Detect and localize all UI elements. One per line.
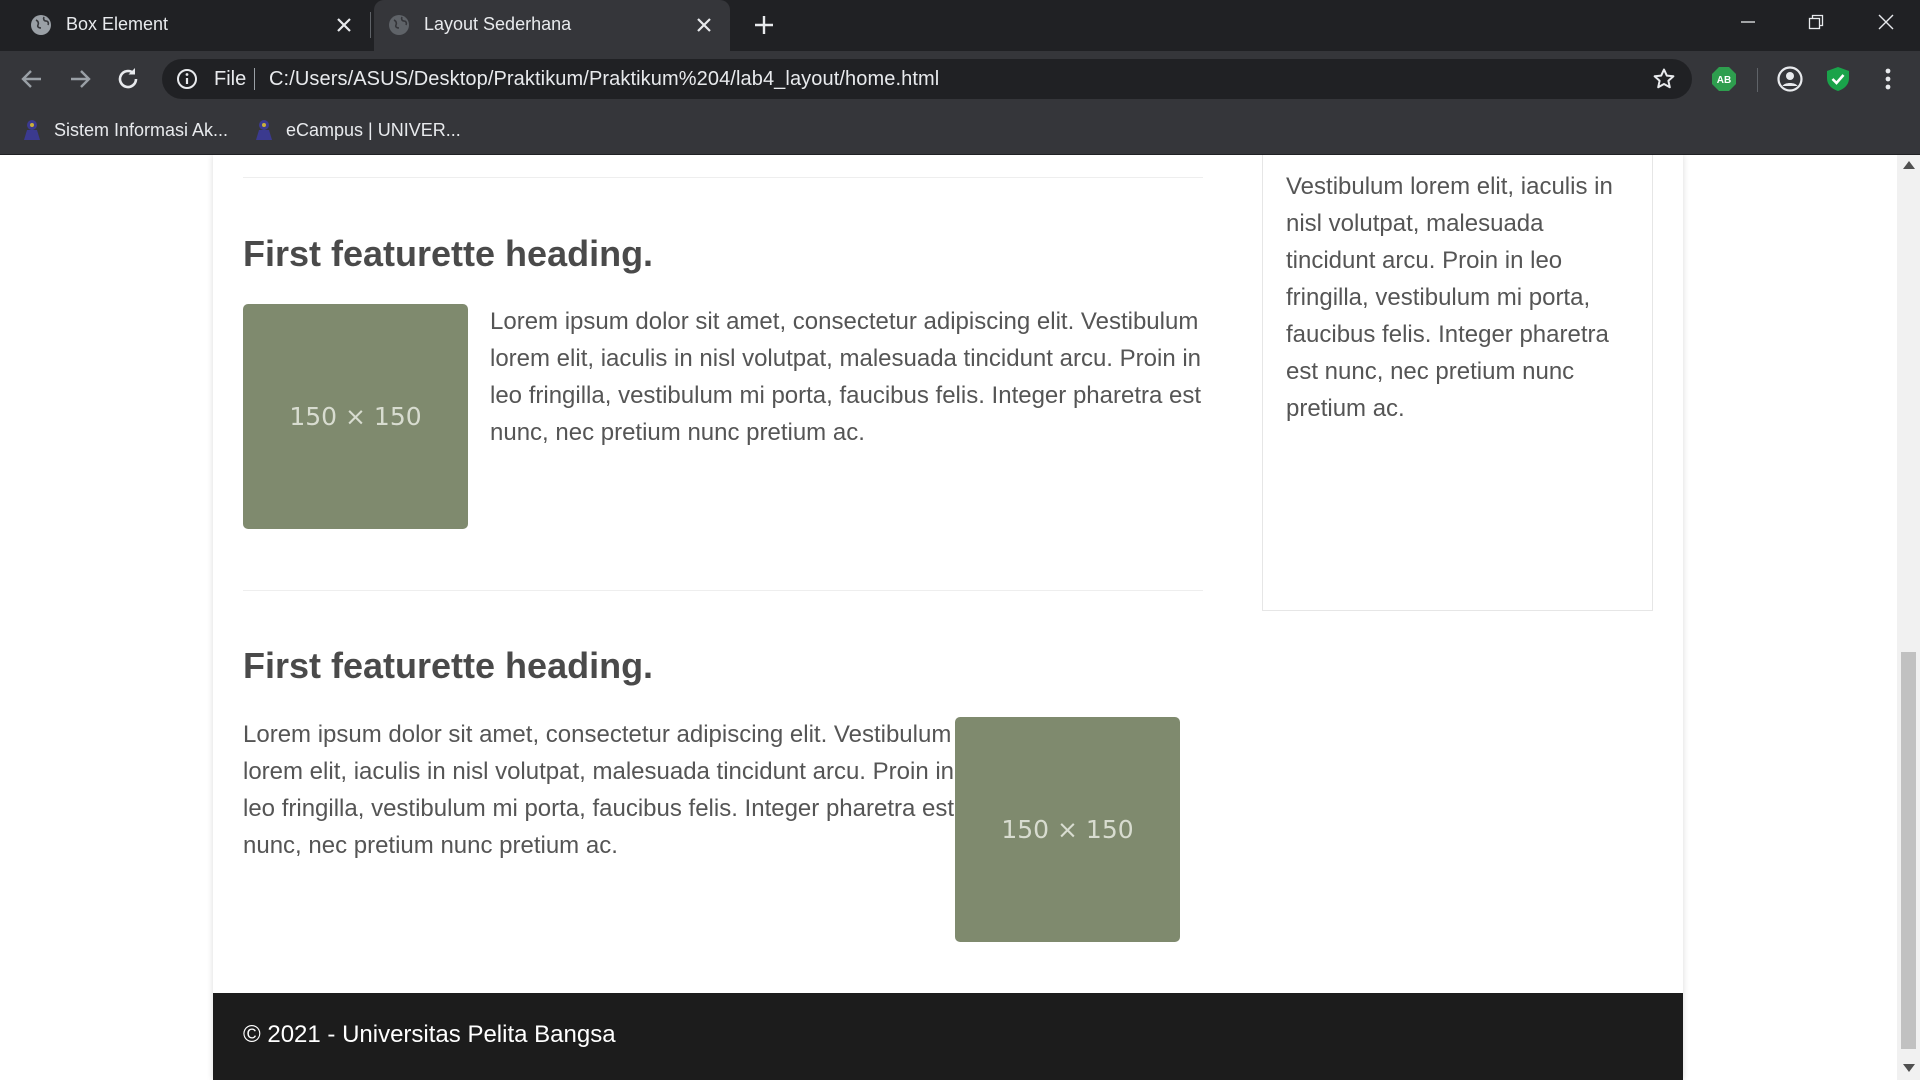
sidebar-panel: Vestibulum lorem elit, iaculis in nisl v… [1262, 155, 1653, 611]
featurette-text: Lorem ipsum dolor sit amet, consectetur … [243, 721, 955, 859]
close-icon [1878, 14, 1894, 30]
url-text[interactable]: C:/Users/ASUS/Desktop/Praktikum/Praktiku… [269, 68, 939, 91]
university-logo-icon [256, 120, 272, 140]
bookmark-label: eCampus | UNIVER... [286, 119, 461, 140]
adblock-icon[interactable]: AB [1711, 66, 1737, 92]
section-divider [243, 590, 1203, 591]
scheme-label: File [214, 68, 247, 90]
minimize-icon [1741, 21, 1755, 23]
globe-icon [31, 15, 51, 35]
tab-strip: Box Element Layout Sederhana [0, 0, 1920, 51]
bookmark-ecampus[interactable]: eCampus | UNIVER... [254, 119, 461, 141]
toolbar-divider [1757, 68, 1758, 92]
back-arrow-icon[interactable] [18, 65, 46, 93]
page-container: First featurette heading. 150 × 150 Lore… [213, 155, 1683, 1080]
tab-layout-sederhana[interactable]: Layout Sederhana [374, 0, 730, 51]
vertical-scrollbar[interactable] [1897, 155, 1920, 1080]
scroll-down-arrow-icon[interactable] [1903, 1064, 1915, 1072]
placeholder-label: 150 × 150 [1001, 815, 1134, 844]
browser-toolbar: File C:/Users/ASUS/Desktop/Praktikum/Pra… [0, 51, 1920, 107]
shield-check-icon[interactable] [1825, 66, 1851, 92]
bookmarks-bar: Sistem Informasi Ak... eCampus | UNIVER.… [0, 107, 1920, 155]
minimize-button[interactable] [1714, 0, 1782, 44]
tab-box-element[interactable]: Box Element [0, 0, 370, 51]
bookmark-sistem-informasi[interactable]: Sistem Informasi Ak... [22, 119, 228, 141]
tab-title: Layout Sederhana [424, 14, 572, 34]
footer-copyright: © 2021 - Universitas Pelita Bangsa [243, 1021, 616, 1048]
tab-divider [370, 12, 371, 38]
close-window-button[interactable] [1852, 0, 1920, 44]
featurette-heading: First featurette heading. [243, 233, 654, 274]
svg-text:AB: AB [1717, 75, 1731, 86]
placeholder-label: 150 × 150 [289, 402, 422, 431]
featurette-heading: First featurette heading. [243, 645, 654, 686]
section-divider [243, 177, 1203, 178]
restore-button[interactable] [1782, 0, 1850, 44]
star-icon[interactable] [1652, 67, 1676, 91]
address-bar[interactable]: File C:/Users/ASUS/Desktop/Praktikum/Pra… [162, 59, 1692, 99]
close-icon[interactable] [694, 15, 714, 35]
new-tab-icon[interactable] [752, 13, 776, 37]
tab-title: Box Element [66, 14, 169, 34]
page-footer: © 2021 - Universitas Pelita Bangsa [213, 993, 1683, 1080]
reload-icon[interactable] [114, 65, 142, 93]
bookmark-label: Sistem Informasi Ak... [54, 119, 229, 140]
placeholder-image: 150 × 150 [955, 717, 1180, 942]
scroll-up-arrow-icon[interactable] [1903, 161, 1915, 169]
page-viewport[interactable]: First featurette heading. 150 × 150 Lore… [0, 155, 1897, 1080]
profile-icon[interactable] [1777, 66, 1803, 92]
address-divider [254, 68, 255, 90]
featurette-text: Lorem ipsum dolor sit amet, consectetur … [490, 308, 1202, 446]
more-menu-icon[interactable] [1875, 66, 1901, 92]
placeholder-image: 150 × 150 [243, 304, 468, 529]
forward-arrow-icon[interactable] [66, 65, 94, 93]
restore-icon [1808, 14, 1824, 30]
sidebar-text: Vestibulum lorem elit, iaculis in nisl v… [1286, 173, 1613, 422]
info-icon[interactable] [176, 68, 198, 90]
globe-icon [389, 15, 409, 35]
scrollbar-thumb[interactable] [1901, 652, 1916, 1049]
close-icon[interactable] [334, 15, 354, 35]
university-logo-icon [24, 120, 40, 140]
